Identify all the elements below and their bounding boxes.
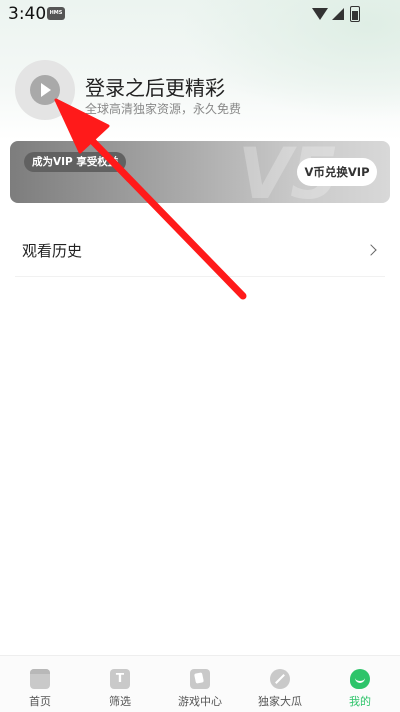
chevron-right-icon: [365, 244, 377, 256]
filter-icon: [110, 669, 130, 689]
clapperboard-icon: [30, 669, 50, 689]
play-circle-icon: [30, 75, 60, 105]
vip-promo-label: 成为VIP 享受权益: [24, 152, 127, 172]
melon-icon: [270, 669, 290, 689]
nav-exclusive[interactable]: 独家大瓜: [240, 656, 320, 712]
vip-banner[interactable]: V5 成为VIP 享受权益 V币兑换VIP: [10, 141, 390, 203]
clock: 3:40: [8, 4, 47, 24]
status-bar: 3:40 HMS: [0, 0, 400, 28]
nav-mine-label: 我的: [349, 695, 371, 708]
bottom-navigation: 首页 筛选 游戏中心 独家大瓜 我的: [0, 655, 400, 712]
nav-home[interactable]: 首页: [0, 656, 80, 712]
wifi-icon: [312, 8, 328, 20]
nav-mine[interactable]: 我的: [320, 656, 400, 712]
battery-icon: [350, 6, 360, 22]
mine-icon: [350, 669, 370, 689]
nav-home-label: 首页: [29, 695, 51, 708]
nav-game-center-label: 游戏中心: [178, 695, 222, 708]
hms-badge-icon: HMS: [47, 7, 65, 20]
vcoin-exchange-button[interactable]: V币兑换VIP: [297, 158, 377, 186]
watch-history-label: 观看历史: [22, 242, 83, 260]
system-icons: [312, 6, 372, 22]
login-title[interactable]: 登录之后更精彩: [85, 72, 225, 101]
avatar[interactable]: [15, 60, 75, 120]
nav-filter-label: 筛选: [109, 695, 131, 708]
nav-exclusive-label: 独家大瓜: [258, 695, 302, 708]
nav-game-center[interactable]: 游戏中心: [160, 656, 240, 712]
nav-filter[interactable]: 筛选: [80, 656, 160, 712]
game-cards-icon: [190, 669, 210, 689]
cellular-signal-icon: [332, 8, 344, 20]
login-subtitle: 全球高清独家资源，永久免费: [85, 102, 242, 116]
watch-history-row[interactable]: 观看历史: [15, 226, 385, 277]
